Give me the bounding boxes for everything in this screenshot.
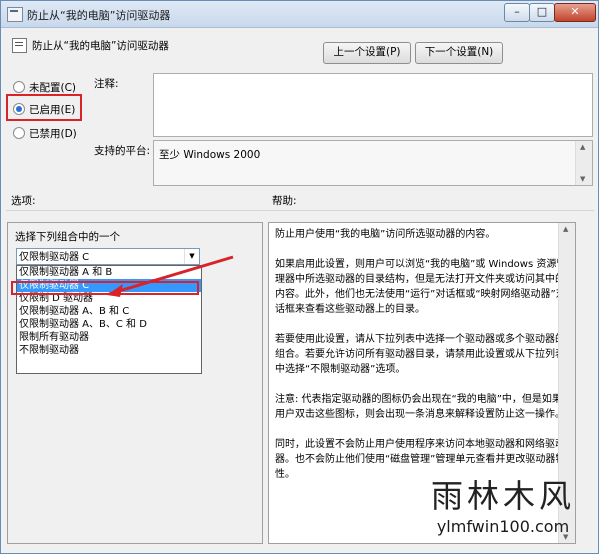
watermark-logo-text: 雨林木风	[430, 477, 575, 515]
watermark: 雨林木风 ylmfwin100.com	[409, 471, 597, 553]
dialog-window: 防止从“我的电脑”访问驱动器 – □ ✕ 防止从“我的电脑”访问驱动器 上一个设…	[0, 0, 599, 554]
watermark-url: ylmfwin100.com	[436, 517, 570, 536]
arrow-line	[108, 255, 234, 296]
arrow-head-icon	[107, 284, 123, 297]
